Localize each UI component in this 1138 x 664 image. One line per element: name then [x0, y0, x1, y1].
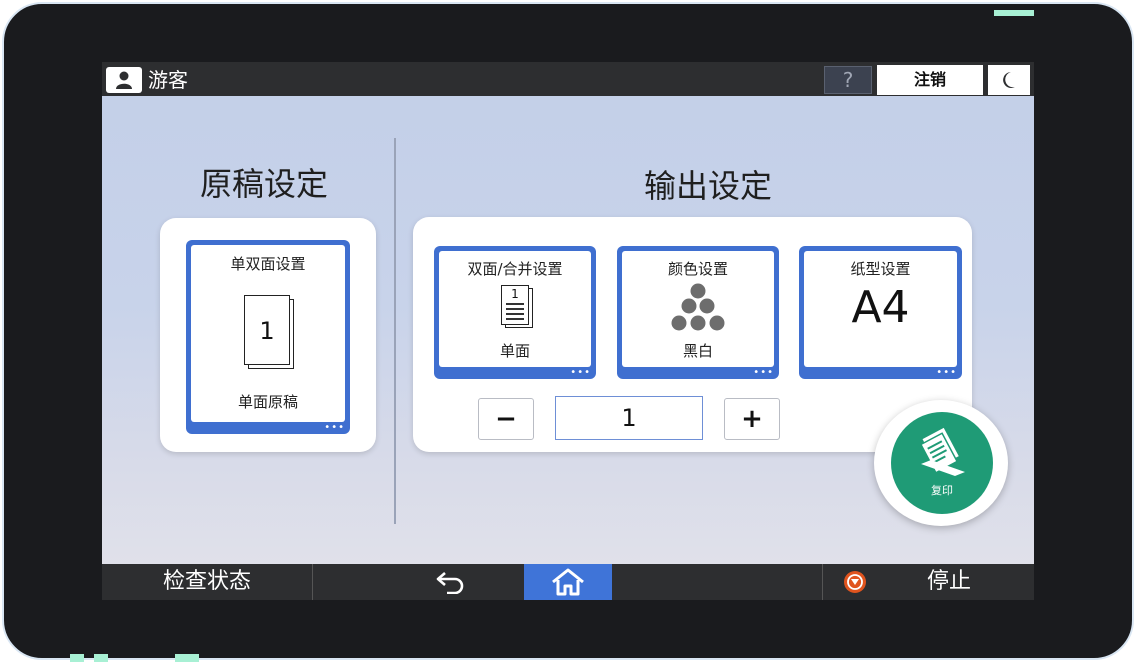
more-icon: •••: [936, 367, 957, 378]
stop-icon: [844, 571, 866, 593]
tile-title: 双面/合并设置: [467, 260, 563, 278]
screen: 游客 ? 注销 原稿设定 单双面设置 1 单面原稿 ••• 输出设定 双面/合并…: [102, 62, 1034, 600]
home-button[interactable]: [524, 564, 612, 600]
user-name-label: 游客: [148, 68, 188, 92]
duplex-original-tile[interactable]: 单双面设置 1 单面原稿 •••: [186, 240, 350, 434]
back-button[interactable]: [432, 564, 472, 600]
tile-body: 单双面设置 1 单面原稿: [191, 245, 345, 422]
color-setting-tile[interactable]: 颜色设置 黑白 •••: [617, 246, 779, 379]
section-divider: [394, 138, 396, 524]
tile-sub-label: 单面原稿: [237, 393, 298, 411]
single-side-doc-icon: 1: [501, 285, 535, 329]
indicator-light: [994, 10, 1034, 16]
tile-body: 双面/合并设置 1 单面: [439, 251, 591, 367]
tile-sub-label: 黑白: [682, 342, 713, 360]
tile-title: 颜色设置: [667, 260, 728, 278]
original-settings-panel: 单双面设置 1 单面原稿 •••: [160, 218, 376, 452]
page-number: 1: [511, 287, 519, 301]
back-arrow-icon: [436, 572, 464, 594]
output-settings-title: 输出设定: [644, 167, 773, 205]
tile-title: 纸型设置: [850, 260, 911, 278]
decrease-quantity-button[interactable]: −: [478, 398, 534, 440]
single-page-icon: 1: [244, 295, 296, 371]
indicator-light: [94, 654, 108, 662]
copy-button[interactable]: 复印: [891, 412, 993, 514]
check-status-button[interactable]: 检查状态: [102, 564, 313, 600]
increase-quantity-button[interactable]: +: [724, 398, 780, 440]
tile-title: 单双面设置: [230, 255, 306, 273]
user-icon[interactable]: [106, 67, 142, 93]
home-icon: [552, 568, 584, 596]
copy-button-label: 复印: [931, 484, 953, 497]
copy-quantity-field[interactable]: 1: [555, 396, 703, 440]
indicator-light: [70, 654, 84, 662]
moon-icon: [1003, 72, 1015, 88]
black-toner-icon: [671, 283, 725, 331]
night-mode-button[interactable]: [988, 65, 1030, 95]
paper-size-tile[interactable]: 纸型设置 A4 •••: [799, 246, 962, 379]
indicator-light: [175, 654, 199, 662]
tile-body: 颜色设置 黑白: [622, 251, 774, 367]
original-settings-title: 原稿设定: [200, 165, 329, 203]
tile-body: 纸型设置 A4: [804, 251, 957, 367]
bottom-bar: 检查状态 停止: [102, 564, 1034, 600]
stop-label: 停止: [927, 569, 972, 594]
stop-button[interactable]: 停止: [822, 564, 1034, 600]
copy-button-frame: 复印: [874, 400, 1008, 526]
duplex-combine-tile[interactable]: 双面/合并设置 1 单面 •••: [434, 246, 596, 379]
logout-button[interactable]: 注销: [877, 65, 983, 95]
more-icon: •••: [324, 422, 345, 433]
paper-size-value: A4: [851, 282, 910, 333]
page-number: 1: [244, 295, 290, 365]
top-bar: 游客 ? 注销: [102, 62, 1034, 96]
more-icon: •••: [753, 367, 774, 378]
more-icon: •••: [570, 367, 591, 378]
tile-sub-label: 单面: [499, 342, 530, 360]
help-button[interactable]: ?: [824, 66, 872, 94]
copy-document-icon: [919, 427, 965, 476]
